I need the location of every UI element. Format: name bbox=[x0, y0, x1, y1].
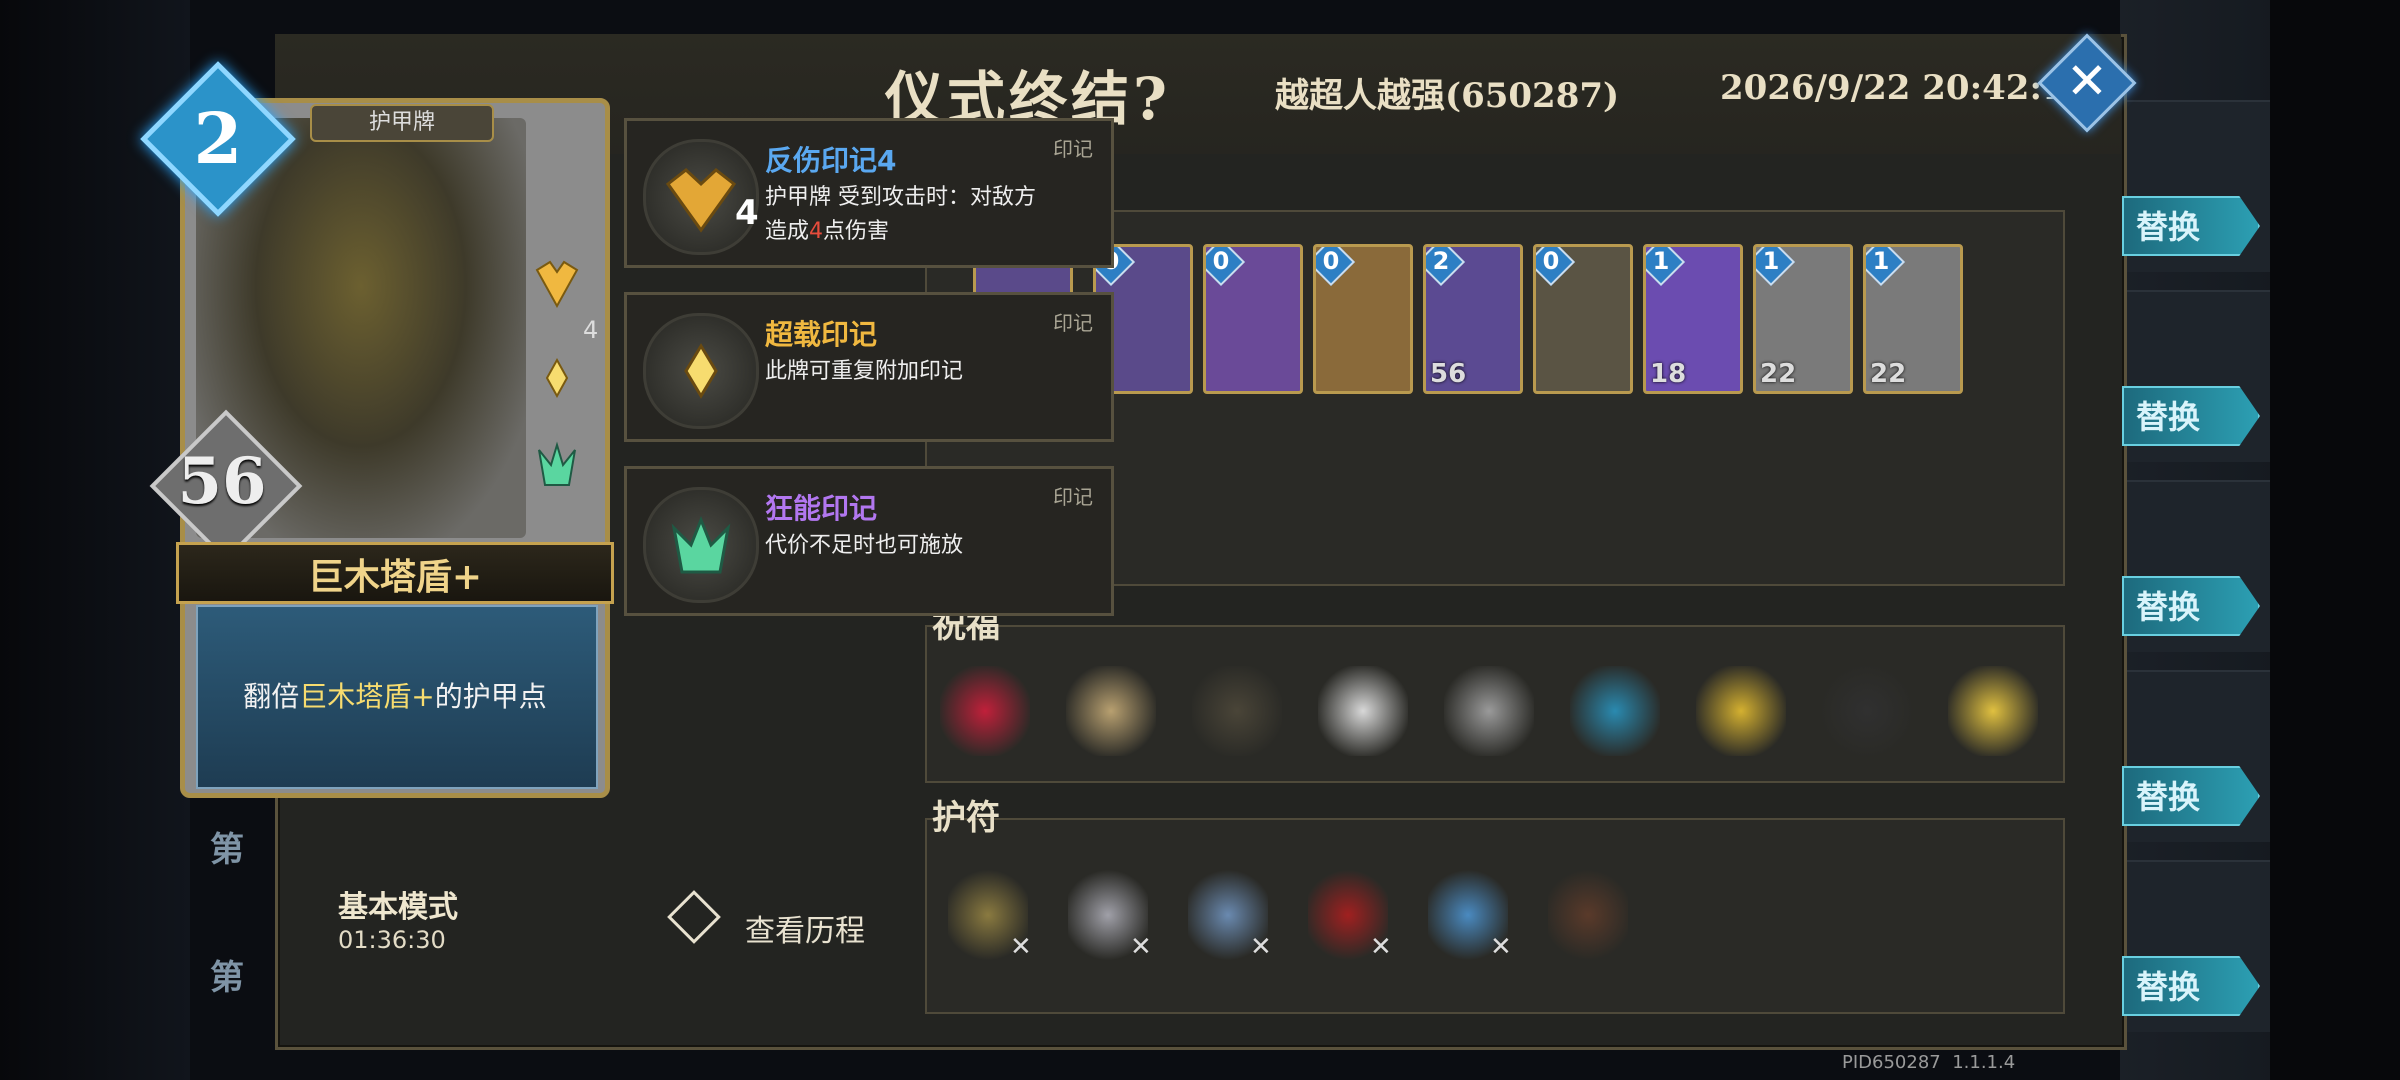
mark-tag: 印记 bbox=[1053, 485, 1093, 509]
card-name: 巨木塔盾+ bbox=[307, 556, 483, 598]
mark-tag: 印记 bbox=[1053, 137, 1093, 161]
floor-label: 第 bbox=[210, 830, 244, 870]
blessing-icon[interactable] bbox=[1696, 666, 1786, 756]
replace-button-label[interactable]: 替换 bbox=[2136, 962, 2256, 1008]
desc-text: 造成 bbox=[765, 219, 810, 244]
upgrade-arrows-icon: ✕ bbox=[1250, 932, 1272, 962]
mark-description: 代价不足时也可施放 bbox=[765, 533, 964, 558]
mark-description: 护甲牌 受到攻击时：对敌方 造成4点伤害 bbox=[765, 181, 1105, 249]
player-name: 越超人越强(650287) bbox=[1275, 76, 1620, 116]
deck-card[interactable]: 1 22 bbox=[1753, 244, 1853, 394]
replace-button-label[interactable]: 替换 bbox=[2136, 392, 2256, 438]
mark-name: 反伤印记4 bbox=[765, 144, 897, 177]
mark-description: 此牌可重复附加印记 bbox=[765, 359, 964, 384]
floor-label: 第 bbox=[210, 958, 244, 998]
amulet-icon[interactable]: ✕ bbox=[1068, 870, 1152, 962]
card-cost: 0 bbox=[1322, 247, 1340, 275]
replace-button-label[interactable]: 替换 bbox=[2136, 582, 2256, 628]
blessing-icon[interactable] bbox=[1822, 666, 1912, 756]
mark-desc-line: 造成4点伤害 bbox=[765, 215, 1105, 249]
amulet-icon[interactable]: ✕ bbox=[948, 870, 1032, 962]
deck-card[interactable]: 1 18 bbox=[1643, 244, 1743, 394]
blessing-icon[interactable] bbox=[1948, 666, 2038, 756]
upgrade-arrows-icon: ✕ bbox=[1490, 932, 1512, 962]
desc-prefix: 翻倍 bbox=[243, 680, 300, 713]
card-cost: 1 bbox=[1652, 247, 1670, 275]
blessing-icon[interactable] bbox=[1066, 666, 1156, 756]
mark-tag: 印记 bbox=[1053, 311, 1093, 335]
upgrade-arrows-icon: ✕ bbox=[1130, 932, 1152, 962]
damage-value: 4 bbox=[809, 219, 824, 244]
replace-button-label[interactable]: 替换 bbox=[2136, 772, 2256, 818]
desc-suffix: 的护甲点 bbox=[434, 680, 547, 713]
card-armor: 22 bbox=[1760, 359, 1797, 389]
card-armor: 56 bbox=[177, 444, 267, 519]
mark-desc-line: 护甲牌 受到攻击时：对敌方 bbox=[765, 185, 1036, 210]
upgrade-arrows-icon: ✕ bbox=[1010, 932, 1032, 962]
card-cost: 1 bbox=[1872, 247, 1890, 275]
deck-card[interactable]: 2 56 bbox=[1423, 244, 1523, 394]
card-cost: 0 bbox=[1542, 247, 1560, 275]
card-cost: 1 bbox=[1762, 247, 1780, 275]
amulet-icon[interactable]: ✕ bbox=[1428, 870, 1512, 962]
card-cost: 0 bbox=[1212, 247, 1230, 275]
card-armor: 22 bbox=[1870, 359, 1907, 389]
card-cost: 2 bbox=[1432, 247, 1450, 275]
blessing-icon[interactable] bbox=[1192, 666, 1282, 756]
card-sigils bbox=[525, 250, 590, 530]
blessing-icon[interactable] bbox=[1444, 666, 1534, 756]
amulet-icon[interactable] bbox=[1548, 870, 1628, 960]
background-left bbox=[0, 0, 190, 1080]
card-description: 翻倍巨木塔盾+的护甲点 bbox=[196, 675, 594, 715]
amulet-title: 护符 bbox=[932, 798, 1000, 838]
run-timer: 01:36:30 bbox=[338, 926, 446, 954]
sigil-icons bbox=[535, 260, 579, 486]
mark-name: 超载印记 bbox=[765, 318, 878, 351]
thorns-count: 4 bbox=[735, 193, 759, 233]
blessing-icon[interactable] bbox=[1570, 666, 1660, 756]
deck-card[interactable]: 0 bbox=[1533, 244, 1633, 394]
overload-mark-icon bbox=[643, 313, 759, 429]
amulet-icon[interactable]: ✕ bbox=[1308, 870, 1392, 962]
upgrade-arrows-icon: ✕ bbox=[1370, 932, 1392, 962]
mark-tooltip-overload: 超载印记 印记 此牌可重复附加印记 bbox=[624, 292, 1114, 442]
player-id: PID650287 1.1.1.4 bbox=[1842, 1052, 2015, 1073]
sigil-count: 4 bbox=[583, 316, 599, 344]
card-armor: 56 bbox=[1430, 359, 1467, 389]
card-cost: 2 bbox=[193, 97, 243, 180]
view-history-button[interactable]: 查看历程 bbox=[745, 906, 865, 950]
deck-card[interactable]: 1 22 bbox=[1863, 244, 1963, 394]
card-type-label: 护甲牌 bbox=[310, 104, 494, 142]
close-icon[interactable]: ✕ bbox=[2052, 46, 2122, 116]
desc-text: 点伤害 bbox=[823, 219, 890, 244]
frenzy-mark-icon bbox=[643, 487, 759, 603]
background-right bbox=[2270, 0, 2400, 1080]
game-mode: 基本模式 bbox=[338, 890, 458, 925]
mark-tooltip-thorns: 4 反伤印记4 印记 护甲牌 受到攻击时：对敌方 造成4点伤害 bbox=[624, 118, 1114, 268]
mark-name: 狂能印记 bbox=[765, 492, 878, 525]
datetime: 2026/9/22 20:42:17 bbox=[1720, 68, 2090, 108]
blessing-icon[interactable] bbox=[940, 666, 1030, 756]
replace-button-label[interactable]: 替换 bbox=[2136, 202, 2256, 248]
deck-card[interactable]: 0 bbox=[1203, 244, 1303, 394]
deck-card[interactable]: 0 bbox=[1313, 244, 1413, 394]
amulet-icon[interactable]: ✕ bbox=[1188, 870, 1272, 962]
blessing-icon[interactable] bbox=[1318, 666, 1408, 756]
desc-highlight: 巨木塔盾+ bbox=[299, 680, 435, 713]
card-armor: 18 bbox=[1650, 359, 1687, 389]
mark-tooltip-frenzy: 狂能印记 印记 代价不足时也可施放 bbox=[624, 466, 1114, 616]
pid-text: PID650287 bbox=[1842, 1052, 1941, 1073]
version-text: 1.1.1.4 bbox=[1952, 1052, 2016, 1073]
